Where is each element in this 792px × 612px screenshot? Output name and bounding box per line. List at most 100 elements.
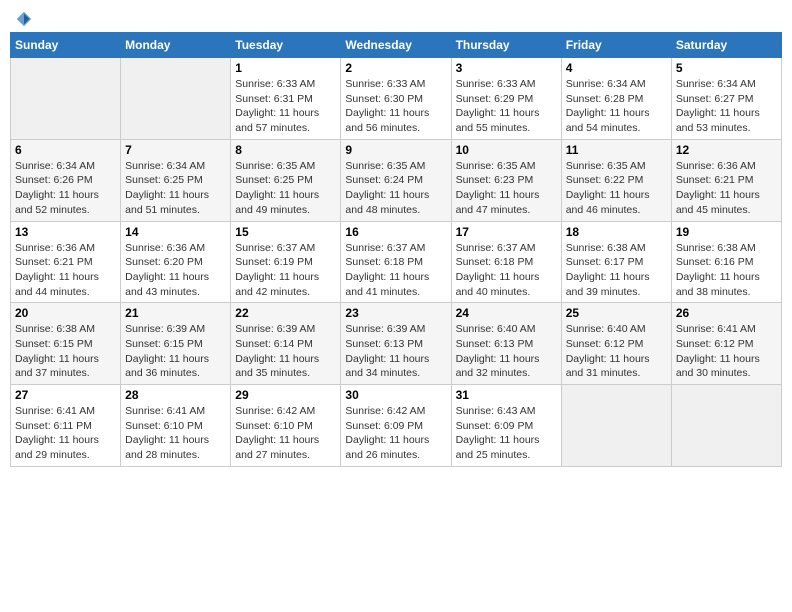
day-number: 24 — [456, 306, 557, 320]
day-number: 21 — [125, 306, 226, 320]
calendar-cell: 16Sunrise: 6:37 AM Sunset: 6:18 PM Dayli… — [341, 221, 451, 303]
day-info: Sunrise: 6:38 AM Sunset: 6:15 PM Dayligh… — [15, 322, 116, 381]
calendar-week-row: 27Sunrise: 6:41 AM Sunset: 6:11 PM Dayli… — [11, 385, 782, 467]
day-info: Sunrise: 6:36 AM Sunset: 6:21 PM Dayligh… — [676, 159, 777, 218]
calendar-table: SundayMondayTuesdayWednesdayThursdayFrid… — [10, 32, 782, 467]
calendar-week-row: 6 Sunrise: 6:34 AM Sunset: 6:26 PM Daylig… — [11, 139, 782, 221]
calendar-cell: 8 Sunrise: 6:35 AM Sunset: 6:25 PM Daylig… — [231, 139, 341, 221]
day-info: Sunrise: 6:39 AM Sunset: 6:15 PM Dayligh… — [125, 322, 226, 381]
day-info: Sunrise: 6:40 AM Sunset: 6:13 PM Dayligh… — [456, 322, 557, 381]
calendar-cell — [11, 58, 121, 140]
day-number: 15 — [235, 225, 336, 239]
weekday-header: Monday — [121, 33, 231, 58]
weekday-header: Sunday — [11, 33, 121, 58]
day-number: 5 — [676, 61, 777, 75]
calendar-cell: 3Sunrise: 6:33 AM Sunset: 6:29 PM Daylig… — [451, 58, 561, 140]
calendar-header-row: SundayMondayTuesdayWednesdayThursdayFrid… — [11, 33, 782, 58]
calendar-cell — [121, 58, 231, 140]
calendar-cell: 6 Sunrise: 6:34 AM Sunset: 6:26 PM Daylig… — [11, 139, 121, 221]
day-info: Sunrise: 6:35 AM Sunset: 6:22 PM Dayligh… — [566, 159, 667, 218]
day-number: 30 — [345, 388, 446, 402]
calendar-cell: 21 Sunrise: 6:39 AM Sunset: 6:15 PM Dayli… — [121, 303, 231, 385]
weekday-header: Wednesday — [341, 33, 451, 58]
day-info: Sunrise: 6:42 AM Sunset: 6:10 PM Dayligh… — [235, 404, 336, 463]
day-number: 18 — [566, 225, 667, 239]
calendar-cell: 27Sunrise: 6:41 AM Sunset: 6:11 PM Dayli… — [11, 385, 121, 467]
calendar-cell: 24 Sunrise: 6:40 AM Sunset: 6:13 PM Dayli… — [451, 303, 561, 385]
day-info: Sunrise: 6:41 AM Sunset: 6:10 PM Dayligh… — [125, 404, 226, 463]
day-number: 2 — [345, 61, 446, 75]
day-number: 6 — [15, 143, 116, 157]
day-info: Sunrise: 6:34 AM Sunset: 6:26 PM Dayligh… — [15, 159, 116, 218]
calendar-cell: 12 Sunrise: 6:36 AM Sunset: 6:21 PM Dayli… — [671, 139, 781, 221]
day-number: 28 — [125, 388, 226, 402]
day-number: 10 — [456, 143, 557, 157]
day-number: 14 — [125, 225, 226, 239]
day-info: Sunrise: 6:38 AM Sunset: 6:16 PM Dayligh… — [676, 241, 777, 300]
day-info: Sunrise: 6:36 AM Sunset: 6:20 PM Dayligh… — [125, 241, 226, 300]
day-number: 22 — [235, 306, 336, 320]
day-number: 25 — [566, 306, 667, 320]
day-info: Sunrise: 6:35 AM Sunset: 6:24 PM Dayligh… — [345, 159, 446, 218]
calendar-cell: 5Sunrise: 6:34 AM Sunset: 6:27 PM Daylig… — [671, 58, 781, 140]
day-number: 9 — [345, 143, 446, 157]
calendar-cell: 9 Sunrise: 6:35 AM Sunset: 6:24 PM Daylig… — [341, 139, 451, 221]
day-number: 7 — [125, 143, 226, 157]
day-info: Sunrise: 6:41 AM Sunset: 6:12 PM Dayligh… — [676, 322, 777, 381]
day-info: Sunrise: 6:42 AM Sunset: 6:09 PM Dayligh… — [345, 404, 446, 463]
calendar-cell: 2 Sunrise: 6:33 AM Sunset: 6:30 PM Daylig… — [341, 58, 451, 140]
day-info: Sunrise: 6:37 AM Sunset: 6:18 PM Dayligh… — [345, 241, 446, 300]
calendar-cell: 15 Sunrise: 6:37 AM Sunset: 6:19 PM Dayli… — [231, 221, 341, 303]
calendar-cell: 14 Sunrise: 6:36 AM Sunset: 6:20 PM Dayli… — [121, 221, 231, 303]
weekday-header: Friday — [561, 33, 671, 58]
day-info: Sunrise: 6:33 AM Sunset: 6:30 PM Dayligh… — [345, 77, 446, 136]
day-number: 8 — [235, 143, 336, 157]
calendar-cell: 30 Sunrise: 6:42 AM Sunset: 6:09 PM Dayli… — [341, 385, 451, 467]
day-number: 29 — [235, 388, 336, 402]
day-number: 20 — [15, 306, 116, 320]
day-number: 3 — [456, 61, 557, 75]
calendar-cell: 11 Sunrise: 6:35 AM Sunset: 6:22 PM Dayli… — [561, 139, 671, 221]
day-info: Sunrise: 6:36 AM Sunset: 6:21 PM Dayligh… — [15, 241, 116, 300]
calendar-cell: 28 Sunrise: 6:41 AM Sunset: 6:10 PM Dayli… — [121, 385, 231, 467]
calendar-cell: 1Sunrise: 6:33 AM Sunset: 6:31 PM Daylig… — [231, 58, 341, 140]
day-number: 31 — [456, 388, 557, 402]
day-number: 13 — [15, 225, 116, 239]
calendar-cell: 25 Sunrise: 6:40 AM Sunset: 6:12 PM Dayli… — [561, 303, 671, 385]
calendar-cell: 19 Sunrise: 6:38 AM Sunset: 6:16 PM Dayli… — [671, 221, 781, 303]
calendar-cell: 7 Sunrise: 6:34 AM Sunset: 6:25 PM Daylig… — [121, 139, 231, 221]
calendar-cell: 29 Sunrise: 6:42 AM Sunset: 6:10 PM Dayli… — [231, 385, 341, 467]
calendar-week-row: 20 Sunrise: 6:38 AM Sunset: 6:15 PM Dayli… — [11, 303, 782, 385]
page-header — [10, 10, 782, 24]
day-number: 1 — [235, 61, 336, 75]
calendar-cell: 20 Sunrise: 6:38 AM Sunset: 6:15 PM Dayli… — [11, 303, 121, 385]
calendar-cell — [671, 385, 781, 467]
day-number: 4 — [566, 61, 667, 75]
calendar-cell — [561, 385, 671, 467]
logo-icon — [15, 10, 33, 28]
day-info: Sunrise: 6:37 AM Sunset: 6:19 PM Dayligh… — [235, 241, 336, 300]
calendar-cell: 18 Sunrise: 6:38 AM Sunset: 6:17 PM Dayli… — [561, 221, 671, 303]
day-info: Sunrise: 6:38 AM Sunset: 6:17 PM Dayligh… — [566, 241, 667, 300]
day-number: 19 — [676, 225, 777, 239]
day-number: 12 — [676, 143, 777, 157]
day-number: 17 — [456, 225, 557, 239]
day-number: 11 — [566, 143, 667, 157]
day-info: Sunrise: 6:35 AM Sunset: 6:25 PM Dayligh… — [235, 159, 336, 218]
day-info: Sunrise: 6:37 AM Sunset: 6:18 PM Dayligh… — [456, 241, 557, 300]
day-number: 26 — [676, 306, 777, 320]
calendar-week-row: 1Sunrise: 6:33 AM Sunset: 6:31 PM Daylig… — [11, 58, 782, 140]
day-info: Sunrise: 6:34 AM Sunset: 6:28 PM Dayligh… — [566, 77, 667, 136]
day-info: Sunrise: 6:43 AM Sunset: 6:09 PM Dayligh… — [456, 404, 557, 463]
weekday-header: Tuesday — [231, 33, 341, 58]
logo — [14, 10, 33, 24]
day-info: Sunrise: 6:41 AM Sunset: 6:11 PM Dayligh… — [15, 404, 116, 463]
weekday-header: Saturday — [671, 33, 781, 58]
calendar-cell: 17 Sunrise: 6:37 AM Sunset: 6:18 PM Dayli… — [451, 221, 561, 303]
calendar-cell: 22Sunrise: 6:39 AM Sunset: 6:14 PM Dayli… — [231, 303, 341, 385]
day-info: Sunrise: 6:40 AM Sunset: 6:12 PM Dayligh… — [566, 322, 667, 381]
day-info: Sunrise: 6:39 AM Sunset: 6:13 PM Dayligh… — [345, 322, 446, 381]
calendar-cell: 10Sunrise: 6:35 AM Sunset: 6:23 PM Dayli… — [451, 139, 561, 221]
calendar-cell: 26 Sunrise: 6:41 AM Sunset: 6:12 PM Dayli… — [671, 303, 781, 385]
day-info: Sunrise: 6:34 AM Sunset: 6:25 PM Dayligh… — [125, 159, 226, 218]
